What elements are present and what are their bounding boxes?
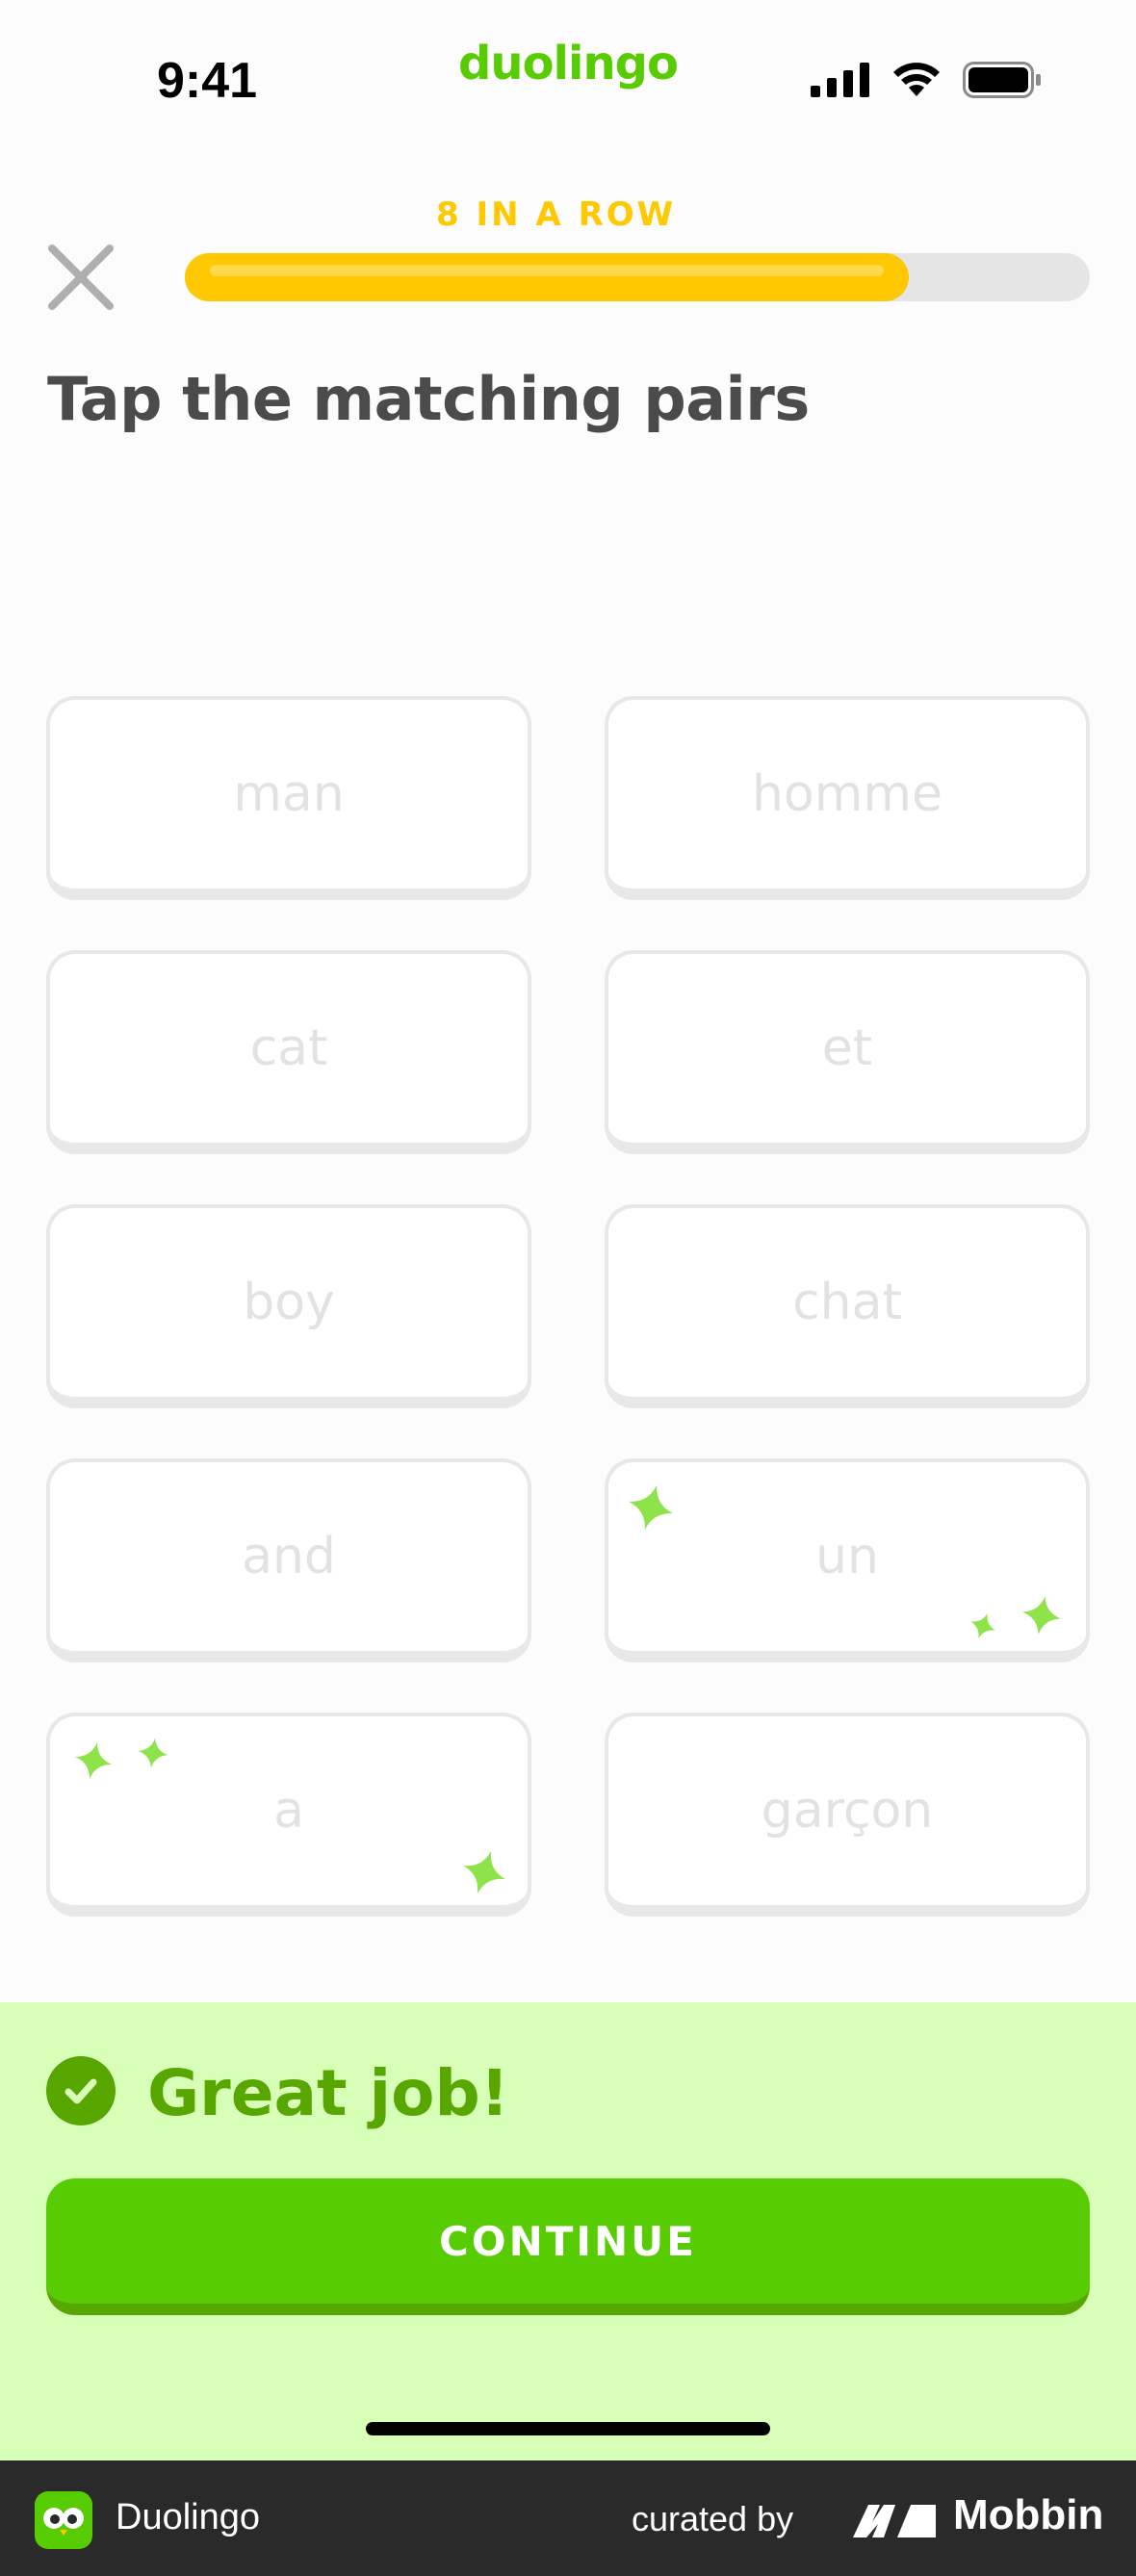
- tile-label: and: [242, 1528, 336, 1585]
- sparkle-icon: [628, 1484, 674, 1531]
- tile-left-3[interactable]: boy: [46, 1204, 531, 1408]
- sparkle-icon: [969, 1612, 996, 1639]
- tile-label: un: [815, 1528, 879, 1585]
- duolingo-owl-icon: [35, 2491, 92, 2549]
- tile-label: homme: [751, 765, 943, 823]
- close-button[interactable]: [42, 239, 119, 316]
- lesson-progress-fill: [185, 253, 909, 301]
- tile-right-2[interactable]: et: [605, 950, 1090, 1154]
- tile-right-1[interactable]: homme: [605, 696, 1090, 900]
- sparkle-icon: [463, 1851, 505, 1893]
- wifi-icon: [893, 63, 940, 96]
- continue-label: CONTINUE: [439, 2217, 697, 2265]
- tile-label: cat: [249, 1019, 328, 1077]
- streak-label: 8 IN A ROW: [436, 195, 677, 234]
- sparkle-icon: [75, 1742, 112, 1779]
- sparkle-icon: [138, 1738, 168, 1768]
- success-check-icon: [46, 2056, 116, 2125]
- tile-right-5[interactable]: garçon: [605, 1713, 1090, 1917]
- lesson-progress-bar: [185, 253, 1090, 301]
- feedback-message: Great job!: [147, 2056, 509, 2130]
- tile-left-5[interactable]: a: [46, 1713, 531, 1917]
- progress-shine: [210, 265, 884, 276]
- sparkle-icon: [1022, 1596, 1061, 1635]
- tile-left-2[interactable]: cat: [46, 950, 531, 1154]
- tile-label: et: [821, 1019, 873, 1077]
- tile-right-4[interactable]: un: [605, 1458, 1090, 1662]
- mobbin-logo-icon: [853, 2505, 936, 2537]
- close-icon: [48, 245, 114, 310]
- status-icons: [811, 62, 1042, 98]
- tile-left-4[interactable]: and: [46, 1458, 531, 1662]
- tile-label: boy: [243, 1274, 335, 1331]
- status-bar: 9:41 duolingo: [0, 0, 1136, 144]
- tile-label: garçon: [761, 1782, 934, 1840]
- tile-right-3[interactable]: chat: [605, 1204, 1090, 1408]
- tile-label: a: [273, 1782, 304, 1840]
- banner-mobbin: Mobbin: [953, 2491, 1104, 2538]
- cellular-signal-icon: [811, 63, 869, 97]
- banner-curated-by: curated by: [632, 2499, 794, 2538]
- banner-app-name: Duolingo: [116, 2497, 260, 2537]
- tile-label: man: [233, 765, 345, 823]
- continue-button[interactable]: CONTINUE: [46, 2178, 1090, 2315]
- home-indicator[interactable]: [366, 2422, 770, 2435]
- tile-label: chat: [792, 1274, 902, 1331]
- battery-icon: [963, 62, 1041, 98]
- tile-left-1[interactable]: man: [46, 696, 531, 900]
- exercise-prompt: Tap the matching pairs: [47, 364, 810, 434]
